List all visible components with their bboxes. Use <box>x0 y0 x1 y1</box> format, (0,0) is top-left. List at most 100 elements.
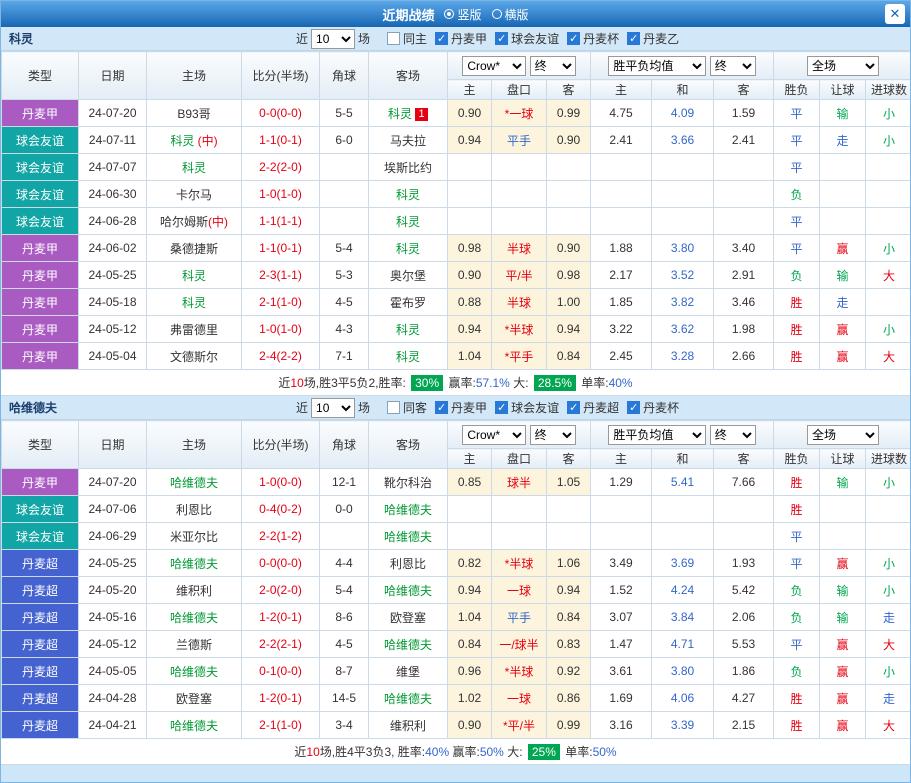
europe-odds-select[interactable]: 胜平负均值 <box>608 56 706 76</box>
subcol-result-wdl: 胜负 <box>774 449 820 469</box>
match-type: 丹麦超 <box>2 685 79 712</box>
match-row: 丹麦超24-05-05哈维德夫0-1(0-0)8-7维堡0.96*半球0.923… <box>2 658 911 685</box>
odds-company-select[interactable]: Crow* <box>462 425 526 445</box>
europe-away-odds: 5.53 <box>714 631 774 658</box>
asia-time-select[interactable]: 终 <box>530 56 576 76</box>
asia-handicap: *半球 <box>492 550 547 577</box>
checkbox-icon[interactable] <box>387 401 400 414</box>
result-wdl: 负 <box>774 658 820 685</box>
result-handicap: 赢 <box>820 343 866 370</box>
checkbox-icon[interactable] <box>627 32 640 45</box>
home-team: 桑德捷斯 <box>147 235 242 262</box>
europe-away-odds <box>714 181 774 208</box>
match-type: 丹麦甲 <box>2 316 79 343</box>
europe-draw-odds: 4.09 <box>652 100 714 127</box>
score: 2-1(1-0) <box>242 712 320 739</box>
result-handicap <box>820 496 866 523</box>
checkbox-icon[interactable] <box>495 401 508 414</box>
europe-away-odds: 1.86 <box>714 658 774 685</box>
corner <box>320 154 369 181</box>
checkbox-icon[interactable] <box>435 32 448 45</box>
team-name: 哈维德夫 <box>9 399 143 416</box>
layout-radio-horizontal[interactable]: 横版 <box>492 6 529 23</box>
checkbox-icon[interactable] <box>435 401 448 414</box>
scope-select[interactable]: 全场 <box>807 56 879 76</box>
result-handicap: 赢 <box>820 658 866 685</box>
europe-draw-odds: 3.39 <box>652 712 714 739</box>
home-team: 哈维德夫 <box>147 658 242 685</box>
europe-home-odds: 1.47 <box>591 631 652 658</box>
odds-company-select[interactable]: Crow* <box>462 56 526 76</box>
asia-away-odds <box>547 208 591 235</box>
filter-checkbox-label: 丹麦甲 <box>451 399 487 416</box>
asia-time-select[interactable]: 终 <box>530 425 576 445</box>
asia-away-odds: 0.90 <box>547 235 591 262</box>
checkbox-icon[interactable] <box>495 32 508 45</box>
team-text: 科灵 <box>182 296 206 310</box>
match-type: 球会友谊 <box>2 496 79 523</box>
home-team: 科灵 <box>147 154 242 181</box>
result-goals: 小 <box>866 235 911 262</box>
subcol-result-goals: 进球数 <box>866 449 911 469</box>
filter-checkbox[interactable]: 丹麦超 <box>567 399 619 416</box>
filter-checkbox[interactable]: 丹麦杯 <box>567 30 619 47</box>
europe-away-odds: 7.66 <box>714 469 774 496</box>
subcol-europe-draw: 和 <box>652 449 714 469</box>
filter-checkbox[interactable]: 同客 <box>387 399 427 416</box>
match-type: 丹麦超 <box>2 577 79 604</box>
close-icon[interactable]: ✕ <box>885 4 905 24</box>
result-wdl: 平 <box>774 208 820 235</box>
team-text: 哈维德夫 <box>170 476 218 490</box>
result-goals: 小 <box>866 469 911 496</box>
europe-odds-select[interactable]: 胜平负均值 <box>608 425 706 445</box>
match-count-select[interactable]: 10 <box>311 29 355 49</box>
europe-time-select[interactable]: 终 <box>710 425 756 445</box>
checkbox-icon[interactable] <box>567 32 580 45</box>
match-row: 丹麦甲24-05-04文德斯尔2-4(2-2)7-1科灵1.04*平手0.842… <box>2 343 911 370</box>
asia-home-odds: 0.88 <box>448 289 492 316</box>
checkbox-icon[interactable] <box>627 401 640 414</box>
result-wdl: 胜 <box>774 496 820 523</box>
subcol-asia-line: 盘口 <box>492 80 547 100</box>
asia-home-odds <box>448 154 492 181</box>
checkbox-icon[interactable] <box>567 401 580 414</box>
corner <box>320 181 369 208</box>
team-text: 科灵 <box>182 161 206 175</box>
neutral-ground-tag: (中) <box>194 134 217 148</box>
asia-away-odds: 0.84 <box>547 604 591 631</box>
col-home: 主场 <box>147 421 242 469</box>
filter-checkbox[interactable]: 同主 <box>387 30 427 47</box>
dialog-title: 近期战绩 <box>382 5 434 24</box>
result-wdl: 平 <box>774 631 820 658</box>
col-type: 类型 <box>2 421 79 469</box>
home-team: 米亚尔比 <box>147 523 242 550</box>
europe-time-select[interactable]: 终 <box>710 56 756 76</box>
checkbox-icon[interactable] <box>387 32 400 45</box>
match-type: 丹麦甲 <box>2 343 79 370</box>
asia-home-odds: 1.04 <box>448 343 492 370</box>
europe-home-odds: 3.61 <box>591 658 652 685</box>
layout-radio-vertical[interactable]: 竖版 <box>444 6 481 23</box>
corner: 4-3 <box>320 316 369 343</box>
scope-select[interactable]: 全场 <box>807 425 879 445</box>
filter-checkbox[interactable]: 球会友谊 <box>495 399 559 416</box>
result-goals: 小 <box>866 550 911 577</box>
home-team: 利恩比 <box>147 496 242 523</box>
filter-checkbox[interactable]: 丹麦乙 <box>627 30 679 47</box>
away-team: 哈维德夫 <box>369 523 448 550</box>
match-type: 丹麦甲 <box>2 262 79 289</box>
match-type: 丹麦超 <box>2 604 79 631</box>
filter-checkbox[interactable]: 丹麦甲 <box>435 30 487 47</box>
corner: 4-5 <box>320 631 369 658</box>
score: 1-0(0-0) <box>242 469 320 496</box>
team-text: 维积利 <box>176 584 212 598</box>
radio-horizontal-label: 横版 <box>505 6 529 23</box>
match-date: 24-05-12 <box>79 631 147 658</box>
filter-checkbox[interactable]: 丹麦杯 <box>627 399 679 416</box>
filter-checkbox[interactable]: 丹麦甲 <box>435 399 487 416</box>
filter-checkbox[interactable]: 球会友谊 <box>495 30 559 47</box>
team-text: 科灵 <box>396 188 420 202</box>
team-text: 霍布罗 <box>390 296 426 310</box>
match-count-select[interactable]: 10 <box>311 398 355 418</box>
europe-away-odds <box>714 154 774 181</box>
